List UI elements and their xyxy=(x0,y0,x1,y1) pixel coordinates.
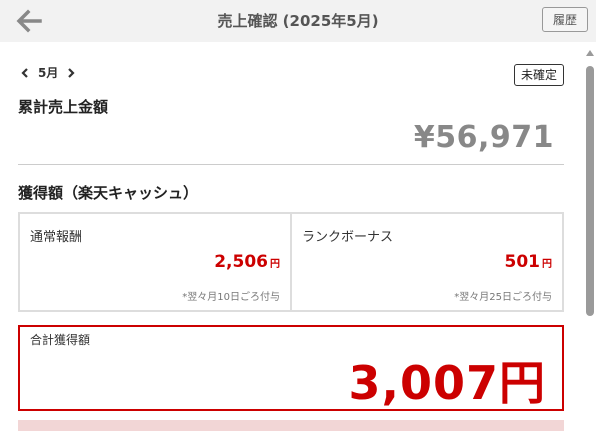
regular-reward-cell: 通常報酬 2,506 円 *翌々月10日ごろ付与 xyxy=(20,214,290,310)
amount-value: 2,506 xyxy=(214,252,268,272)
next-section-band xyxy=(18,420,564,431)
chevron-right-icon xyxy=(68,67,75,78)
amount-unit: 円 xyxy=(270,259,280,270)
main-content: 5月 未確定 累計売上金額 ¥56,971 獲得額（楽天キャッシュ） 通常報酬 … xyxy=(18,42,564,431)
cell-title: ランクボーナス xyxy=(302,230,394,245)
month-navigator: 5月 xyxy=(20,64,76,81)
cumulative-sales-amount: ¥56,971 xyxy=(413,120,554,155)
prev-month-button[interactable] xyxy=(20,67,30,79)
total-earned-amount: 3,007円 xyxy=(348,356,546,410)
total-earned-label: 合計獲得額 xyxy=(30,333,91,347)
app-header: 売上確認 (2025年5月) 履歴 xyxy=(0,0,596,42)
amount-unit: 円 xyxy=(542,259,552,270)
cell-note: *翌々月25日ごろ付与 xyxy=(454,292,552,303)
status-badge: 未確定 xyxy=(513,64,564,86)
cumulative-sales-label: 累計売上金額 xyxy=(18,98,109,116)
total-earned-box: 合計獲得額 3,007円 xyxy=(18,325,564,411)
history-button[interactable]: 履歴 xyxy=(542,7,588,32)
divider xyxy=(18,164,564,165)
scrollbar[interactable] xyxy=(586,48,594,431)
earned-breakdown-grid: 通常報酬 2,506 円 *翌々月10日ごろ付与 ランクボーナス 501 円 *翌々… xyxy=(18,212,564,312)
rank-bonus-cell: ランクボーナス 501 円 *翌々月25日ごろ付与 xyxy=(290,214,562,310)
rank-bonus-amount: 501 円 xyxy=(505,252,553,272)
scrollbar-thumb[interactable] xyxy=(586,66,594,316)
chevron-left-icon xyxy=(21,67,28,78)
current-month: 5月 xyxy=(38,66,59,80)
earned-amount-label: 獲得額（楽天キャッシュ） xyxy=(18,184,199,202)
regular-reward-amount: 2,506 円 xyxy=(214,252,280,272)
cell-title: 通常報酬 xyxy=(30,230,83,245)
scroll-up-icon[interactable] xyxy=(586,48,594,58)
next-month-button[interactable] xyxy=(66,67,76,79)
cell-note: *翌々月10日ごろ付与 xyxy=(182,292,280,303)
page-title: 売上確認 (2025年5月) xyxy=(217,12,379,30)
amount-value: 501 xyxy=(504,252,541,272)
